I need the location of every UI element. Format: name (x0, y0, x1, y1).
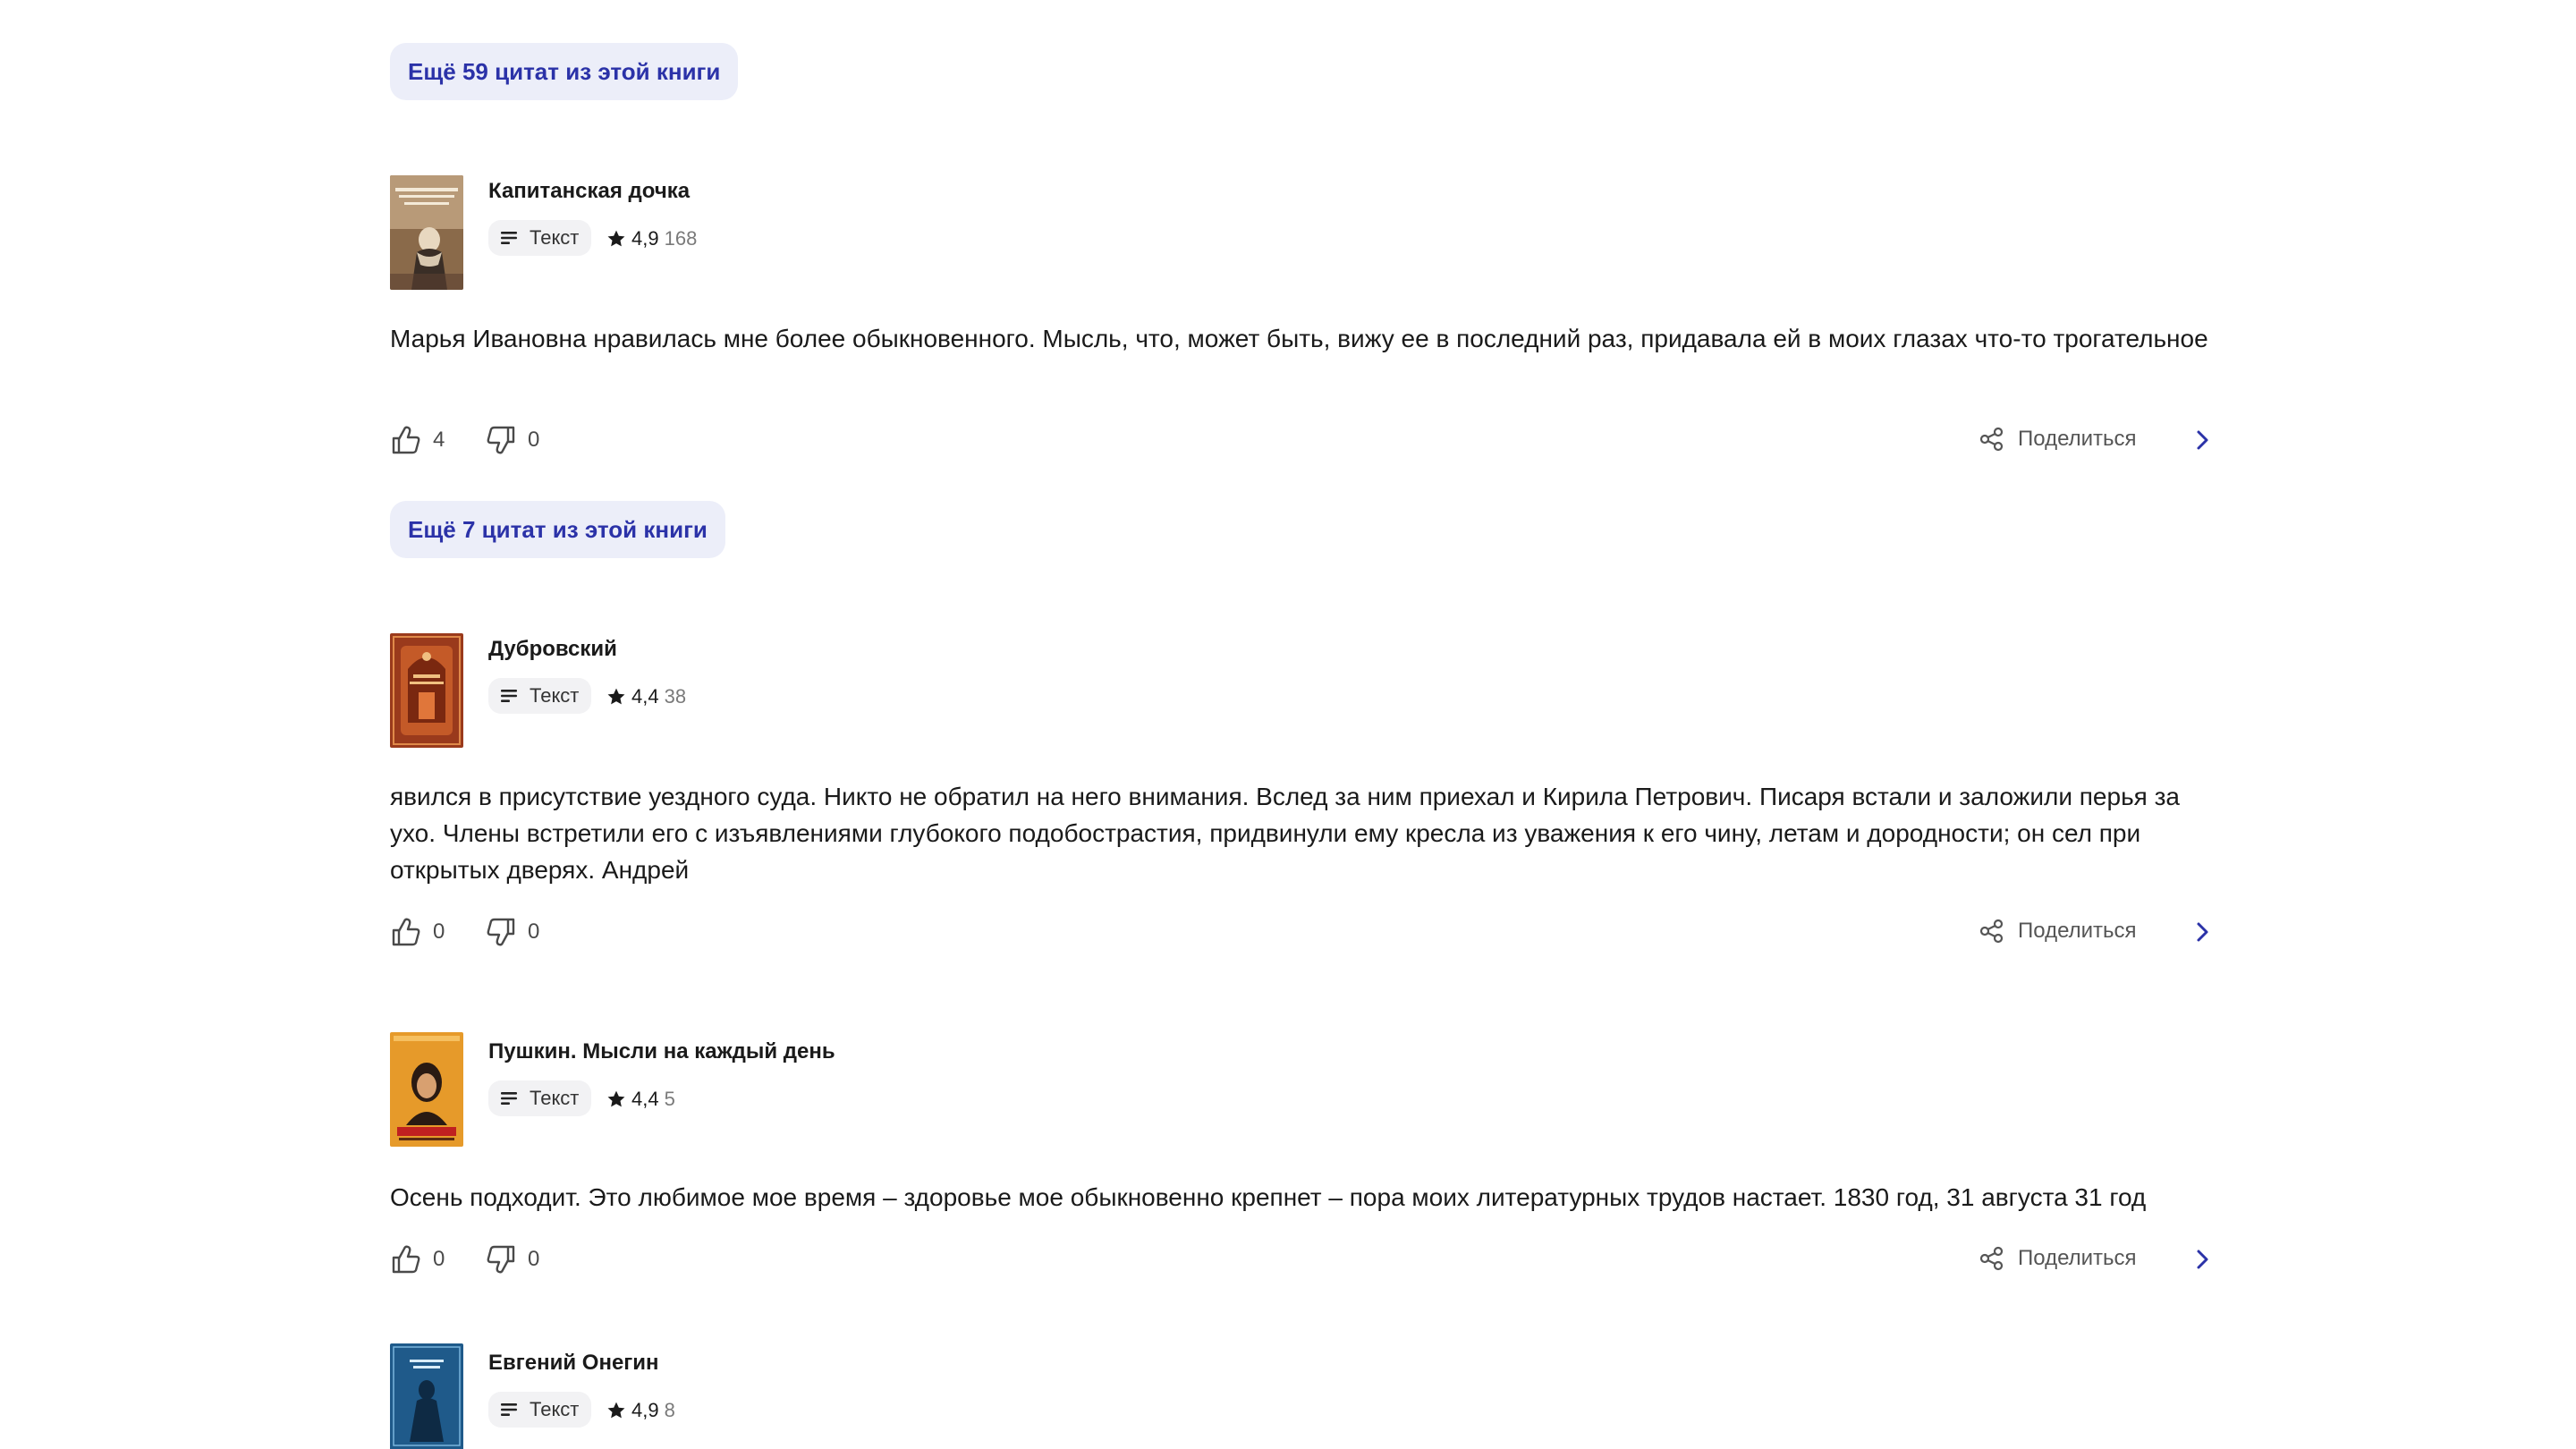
chevron-right-icon (2197, 1250, 2208, 1269)
share-icon (1979, 427, 2004, 452)
text-lines-icon (501, 1403, 517, 1416)
like-count: 0 (433, 1247, 445, 1271)
dislike-count: 0 (528, 919, 540, 944)
thumbs-down-icon (487, 918, 515, 946)
quote-text[interactable]: Осень подходит. Это любимое мое время – … (390, 1179, 2250, 1216)
like-button[interactable]: 4 (390, 424, 445, 456)
share-label: Поделиться (2018, 1246, 2137, 1270)
book-title[interactable]: Евгений Онегин (488, 1351, 659, 1376)
book-title[interactable]: Капитанская дочка (488, 179, 690, 204)
rating: 4,4 38 (606, 685, 686, 708)
thumbs-up-icon (392, 426, 420, 454)
type-chip: Текст (488, 678, 592, 714)
share-label: Поделиться (2018, 919, 2137, 943)
star-icon (607, 1402, 625, 1419)
share-button[interactable]: Поделиться (1979, 918, 2137, 945)
open-quote-chevron[interactable] (2191, 1247, 2213, 1272)
thumbs-down-icon (487, 1245, 515, 1274)
star-icon (607, 230, 625, 247)
dislike-button[interactable]: 0 (485, 1243, 539, 1275)
book-title[interactable]: Пушкин. Мысли на каждый день (488, 1039, 835, 1064)
like-button[interactable]: 0 (390, 1243, 445, 1275)
like-count: 4 (433, 428, 445, 452)
type-chip: Текст (488, 1392, 592, 1428)
thumbs-up-icon (392, 1245, 420, 1274)
share-label: Поделиться (2018, 427, 2137, 451)
like-button[interactable]: 0 (390, 916, 445, 948)
book-cover[interactable] (390, 1343, 463, 1449)
dislike-count: 0 (528, 1247, 540, 1271)
rating-value: 4,9 (631, 227, 659, 250)
rating-value: 4,4 (631, 1088, 659, 1110)
open-quote-chevron[interactable] (2191, 428, 2213, 453)
more-quotes-button[interactable]: Ещё 59 цитат из этой книги (390, 43, 739, 100)
share-icon (1979, 919, 2004, 944)
thumbs-up-icon (392, 918, 420, 946)
share-button[interactable]: Поделиться (1979, 426, 2137, 453)
star-icon (607, 1090, 625, 1107)
open-quote-chevron[interactable] (2191, 919, 2213, 945)
rating-count: 8 (664, 1399, 675, 1421)
rating: 4,9 8 (606, 1399, 675, 1422)
type-label: Текст (530, 226, 580, 249)
book-cover[interactable] (390, 1032, 463, 1147)
type-chip: Текст (488, 1080, 592, 1116)
rating: 4,9 168 (606, 227, 697, 250)
rating-value: 4,9 (631, 1399, 659, 1421)
thumbs-down-icon (487, 426, 515, 454)
book-cover[interactable] (390, 633, 463, 748)
quote-text[interactable]: Марья Ивановна нравилась мне более обыкн… (390, 320, 2215, 357)
rating-count: 38 (664, 685, 687, 708)
share-button[interactable]: Поделиться (1979, 1245, 2137, 1272)
like-count: 0 (433, 919, 445, 944)
dislike-count: 0 (528, 428, 540, 452)
text-lines-icon (501, 232, 517, 244)
book-title[interactable]: Дубровский (488, 637, 617, 662)
more-quotes-button[interactable]: Ещё 7 цитат из этой книги (390, 501, 725, 558)
dislike-button[interactable]: 0 (485, 424, 539, 456)
book-cover[interactable] (390, 175, 463, 290)
quote-text[interactable]: явился в присутствие уездного суда. Никт… (390, 778, 2215, 888)
chevron-right-icon (2197, 922, 2208, 942)
star-icon (607, 688, 625, 705)
type-label: Текст (530, 1398, 580, 1420)
text-lines-icon (501, 690, 517, 702)
rating-count: 168 (664, 227, 698, 250)
type-label: Текст (530, 1087, 580, 1109)
rating-value: 4,4 (631, 685, 659, 708)
chevron-right-icon (2197, 430, 2208, 450)
dislike-button[interactable]: 0 (485, 916, 539, 948)
rating: 4,4 5 (606, 1088, 675, 1111)
type-chip: Текст (488, 220, 592, 256)
share-icon (1979, 1246, 2004, 1271)
text-lines-icon (501, 1092, 517, 1105)
rating-count: 5 (664, 1088, 675, 1110)
type-label: Текст (530, 684, 580, 707)
